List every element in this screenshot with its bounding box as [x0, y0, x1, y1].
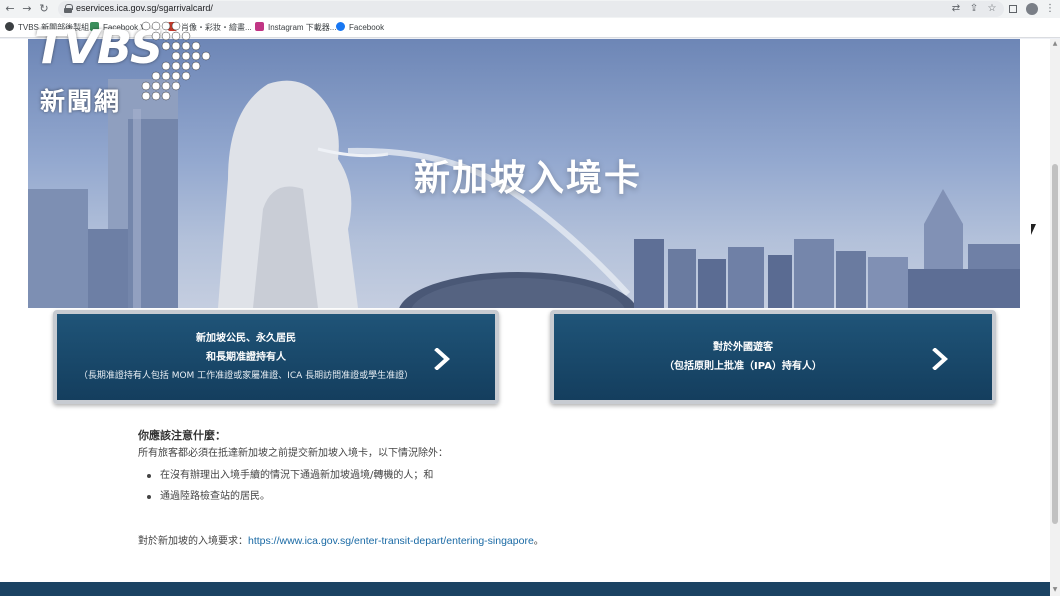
requirements-line: 對於新加坡的入境要求：https://www.ica.gov.sg/enter-… [138, 533, 838, 550]
page-content: 新加坡入境卡 新加坡公民、永久居民 和長期准證持有人 （長期准證持有人包括 MO… [0, 39, 1050, 596]
requirements-suffix: 。 [533, 536, 544, 547]
requirements-label: 對於新加坡的入境要求： [138, 536, 248, 547]
card-visitors-line1: 對於外國遊客 [713, 342, 773, 353]
instagram-icon [255, 22, 264, 31]
reload-icon[interactable]: ↻ [37, 2, 51, 16]
translate-icon[interactable]: ⇄ [950, 3, 962, 15]
card-residents-line2: 和長期准證持有人 [206, 351, 286, 363]
chevron-right-icon [932, 348, 948, 370]
bookmark-label: Instagram 下載器... [268, 23, 337, 32]
facebook-icon [336, 22, 345, 31]
sidebar-icon[interactable] [1009, 5, 1017, 13]
notes-section: 你應該注意什麼： 所有旅客都必須在抵達新加坡之前提交新加坡入境卡，以下情況除外：… [138, 428, 838, 550]
notes-title: 你應該注意什麼： [138, 429, 226, 442]
scroll-up-icon[interactable]: ▲ [1052, 41, 1058, 47]
mouse-cursor-icon [1031, 224, 1036, 235]
profile-avatar[interactable] [1026, 3, 1038, 15]
page-footer [0, 582, 1050, 596]
card-residents-line3: （長期准證持有人包括 MOM 工作准證或家屬准證、ICA 長期訪問准證或學生准證… [78, 370, 414, 381]
share-icon[interactable]: ⇪ [968, 3, 980, 15]
dot-grid-icon [141, 21, 211, 101]
card-visitors[interactable]: 對於外國遊客 （包括原則上批准（IPA）持有人） [550, 310, 996, 404]
forward-arrow-icon[interactable]: → [20, 2, 34, 16]
menu-dots-icon[interactable]: ⋮ [1044, 3, 1056, 15]
bookmark-item-facebook[interactable]: Facebook [336, 22, 384, 34]
page-title: 新加坡入境卡 [413, 158, 642, 199]
requirements-link[interactable]: https://www.ica.gov.sg/enter-transit-dep… [248, 535, 534, 547]
scroll-down-icon[interactable]: ▼ [1052, 587, 1058, 593]
tvbs-watermark-logo: TVBS 新聞網 [28, 20, 213, 120]
bookmark-label: Facebook [349, 23, 385, 32]
card-residents-line1: 新加坡公民、永久居民 [196, 332, 296, 344]
back-arrow-icon[interactable]: ← [3, 2, 17, 16]
notes-intro: 所有旅客都必須在抵達新加坡之前提交新加坡入境卡，以下情況除外： [138, 448, 448, 459]
watermark-subtitle: 新聞網 [40, 87, 122, 116]
card-residents[interactable]: 新加坡公民、永久居民 和長期准證持有人 （長期准證持有人包括 MOM 工作准證或… [53, 310, 499, 404]
address-bar[interactable]: eservices.ica.gov.sg/sgarrivalcard/ [58, 1, 1004, 17]
scrollbar[interactable]: ▲ ▼ [1050, 39, 1060, 596]
exceptions-list: 在沒有辦理出入境手續的情況下通過新加坡過境/轉機的人；和 通過陸路檢查站的居民。 [138, 465, 838, 507]
card-visitors-line2: （包括原則上批准（IPA）持有人） [664, 361, 822, 372]
tvbs-icon [5, 22, 14, 31]
star-icon[interactable]: ☆ [986, 3, 998, 15]
scroll-thumb[interactable] [1052, 164, 1058, 524]
chevron-right-icon [434, 348, 450, 370]
list-item: 通過陸路檢查站的居民。 [138, 486, 838, 507]
browser-toolbar: ← → ↻ eservices.ica.gov.sg/sgarrivalcard… [0, 0, 1060, 18]
lock-icon [64, 4, 73, 13]
bookmark-item-instagram[interactable]: Instagram 下載器... [255, 22, 336, 34]
list-item: 在沒有辦理出入境手續的情況下通過新加坡過境/轉機的人；和 [138, 465, 838, 486]
url-text: eservices.ica.gov.sg/sgarrivalcard/ [76, 3, 213, 13]
